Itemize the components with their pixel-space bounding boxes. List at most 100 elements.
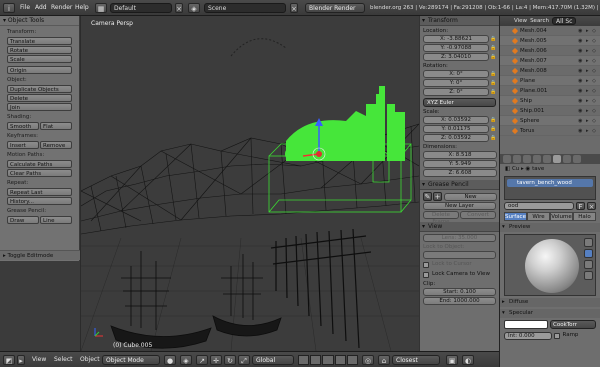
transform-orientation-dropdown[interactable]: Global bbox=[252, 355, 294, 365]
translate-button[interactable]: Translate bbox=[7, 37, 72, 45]
scene-field[interactable]: Scene bbox=[204, 3, 286, 13]
visibility-icons[interactable]: ◉ ▸ ◇ bbox=[578, 126, 597, 136]
insert-keyframe-button[interactable]: Insert bbox=[7, 141, 39, 149]
snap-icon[interactable]: ⌂ bbox=[378, 355, 390, 365]
lock-to-cursor-checkbox[interactable]: Lock to Cursor bbox=[423, 260, 496, 269]
editor-type-icon[interactable]: i bbox=[3, 3, 15, 13]
outliner-item[interactable]: Mesh.008 ◉ ▸ ◇ bbox=[500, 66, 600, 76]
visibility-icons[interactable]: ◉ ▸ ◇ bbox=[578, 96, 597, 106]
visibility-icons[interactable]: ◉ ▸ ◇ bbox=[578, 26, 597, 36]
outliner-item[interactable]: Sphere ◉ ▸ ◇ bbox=[500, 116, 600, 126]
close-icon[interactable]: × bbox=[175, 3, 183, 13]
layer-buttons[interactable] bbox=[298, 355, 359, 365]
texture-tab-icon[interactable] bbox=[563, 155, 571, 163]
visibility-icons[interactable]: ◉ ▸ ◇ bbox=[578, 56, 597, 66]
material-name-field[interactable]: ood bbox=[504, 202, 574, 210]
visibility-icons[interactable]: ◉ ▸ ◇ bbox=[578, 106, 597, 116]
smooth-button[interactable]: Smooth bbox=[7, 122, 39, 130]
shading-solid-icon[interactable]: ● bbox=[164, 355, 176, 365]
toggle-editmode-panel[interactable]: ▸ Toggle Editmode bbox=[0, 250, 80, 260]
line-button[interactable]: Line bbox=[40, 216, 72, 224]
grease-pencil-new-button[interactable]: New bbox=[444, 192, 497, 201]
specular-panel-header[interactable]: Specular bbox=[500, 309, 600, 318]
visibility-icons[interactable]: ◉ ▸ ◇ bbox=[578, 76, 597, 86]
remove-keyframe-button[interactable]: Remove bbox=[40, 141, 72, 149]
tab-halo[interactable]: Halo bbox=[573, 212, 596, 221]
scale-x-field[interactable]: X: 0.03592 bbox=[423, 116, 489, 124]
snap-target-dropdown[interactable]: Closest bbox=[392, 355, 440, 365]
scale-button[interactable]: Scale bbox=[7, 55, 72, 63]
lock-icon[interactable]: 🔒 bbox=[490, 117, 497, 124]
specular-intensity-field[interactable]: Int: 0.000 bbox=[504, 331, 552, 340]
render-icon[interactable]: ▣ bbox=[446, 355, 458, 365]
close-icon[interactable]: × bbox=[290, 3, 298, 13]
visibility-icons[interactable]: ◉ ▸ ◇ bbox=[578, 46, 597, 56]
lock-icon[interactable]: 🔒 bbox=[490, 89, 497, 96]
flat-button[interactable]: Flat bbox=[40, 122, 72, 130]
rotate-button[interactable]: Rotate bbox=[7, 46, 72, 54]
tab-volume[interactable]: Volume bbox=[550, 212, 573, 221]
location-x-field[interactable]: X: -3.88621 bbox=[423, 35, 489, 43]
specular-shader-dropdown[interactable]: CookTorr bbox=[550, 320, 596, 329]
pivot-point-icon[interactable]: ◈ bbox=[180, 355, 192, 365]
location-y-field[interactable]: Y: -0.97088 bbox=[423, 44, 489, 52]
outliner-item[interactable]: Mesh.006 ◉ ▸ ◇ bbox=[500, 46, 600, 56]
delete-frame-button[interactable]: Delete Frame bbox=[423, 211, 459, 225]
translate-manipulator-icon[interactable]: ✛ bbox=[210, 355, 222, 365]
menu-help[interactable]: Help bbox=[75, 3, 89, 13]
outliner-item[interactable]: Mesh.005 ◉ ▸ ◇ bbox=[500, 36, 600, 46]
material-tab-icon[interactable] bbox=[553, 155, 561, 163]
editor-type-icon[interactable]: ◩ bbox=[3, 355, 15, 365]
rotation-x-field[interactable]: X: 0° bbox=[423, 70, 489, 78]
outliner-item[interactable]: Mesh.004 ◉ ▸ ◇ bbox=[500, 26, 600, 36]
material-slot[interactable]: tavern_bench_wood bbox=[507, 179, 593, 187]
preview-flat-icon[interactable] bbox=[584, 238, 593, 247]
screen-layout-icon[interactable]: ▦ bbox=[95, 3, 107, 13]
lock-icon[interactable]: 🔒 bbox=[490, 126, 497, 133]
tab-wire[interactable]: Wire bbox=[527, 212, 550, 221]
close-icon[interactable]: × bbox=[587, 202, 596, 211]
grease-pencil-panel-header[interactable]: Grease Pencil bbox=[420, 180, 499, 190]
outliner-item[interactable]: Plane ◉ ▸ ◇ bbox=[500, 76, 600, 86]
lock-icon[interactable]: 🔒 bbox=[490, 71, 497, 78]
repeat-last-button[interactable]: Repeat Last bbox=[7, 188, 72, 196]
draw-button[interactable]: Draw bbox=[7, 216, 39, 224]
outliner-item[interactable]: Torus ◉ ▸ ◇ bbox=[500, 126, 600, 136]
material-slot-list[interactable]: tavern_bench_wood bbox=[504, 176, 596, 200]
dimension-z-field[interactable]: Z: 6.608 bbox=[423, 169, 497, 177]
mode-dropdown[interactable]: Object Mode bbox=[102, 355, 160, 365]
3d-viewport[interactable]: Camera Persp (0) Cube.005 bbox=[81, 16, 419, 351]
visibility-icons[interactable]: ◉ ▸ ◇ bbox=[578, 36, 597, 46]
proportional-edit-icon[interactable]: ◎ bbox=[362, 355, 374, 365]
transform-panel-header[interactable]: Transform bbox=[420, 16, 499, 26]
lock-icon[interactable]: 🔒 bbox=[490, 135, 497, 142]
menu-render[interactable]: Render bbox=[51, 3, 72, 13]
menu-collapse-icon[interactable]: ▸ bbox=[17, 355, 25, 365]
rotation-y-field[interactable]: Y: 0° bbox=[423, 79, 489, 87]
duplicate-objects-button[interactable]: Duplicate Objects bbox=[7, 85, 72, 93]
lock-icon[interactable]: 🔒 bbox=[490, 45, 497, 52]
fake-user-icon[interactable]: F bbox=[576, 202, 585, 211]
menu-file[interactable]: File bbox=[20, 3, 30, 13]
calculate-paths-button[interactable]: Calculate Paths bbox=[7, 160, 72, 168]
scale-manipulator-icon[interactable]: ⤢ bbox=[238, 355, 250, 365]
scene-icon[interactable]: ◈ bbox=[188, 3, 200, 13]
add-icon[interactable]: + bbox=[433, 192, 442, 201]
world-tab-icon[interactable] bbox=[523, 155, 531, 163]
outliner-filter-dropdown[interactable]: All Sc bbox=[551, 17, 577, 25]
object-tab-icon[interactable] bbox=[533, 155, 541, 163]
clip-start-field[interactable]: Start: 0.100 bbox=[423, 288, 496, 296]
scene-tab-icon[interactable] bbox=[513, 155, 521, 163]
scale-y-field[interactable]: Y: 0.01175 bbox=[423, 125, 489, 133]
menu-object[interactable]: Object bbox=[80, 355, 100, 365]
outliner-view-menu[interactable]: View bbox=[514, 18, 527, 24]
lock-object-field[interactable] bbox=[423, 251, 496, 259]
preview-monkey-icon[interactable] bbox=[584, 271, 593, 280]
camera-icon[interactable]: ◐ bbox=[462, 355, 474, 365]
dimension-x-field[interactable]: X: 8.518 bbox=[423, 151, 497, 159]
preview-panel-header[interactable]: Preview bbox=[500, 223, 600, 232]
pencil-icon[interactable]: ✎ bbox=[423, 192, 432, 201]
render-tab-icon[interactable] bbox=[503, 155, 511, 163]
clear-paths-button[interactable]: Clear Paths bbox=[7, 169, 72, 177]
modifier-tab-icon[interactable] bbox=[543, 155, 551, 163]
